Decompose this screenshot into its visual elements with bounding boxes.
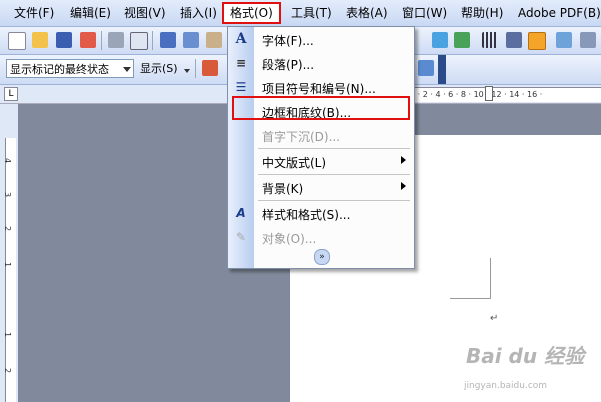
- research-icon[interactable]: [183, 32, 199, 48]
- bullets-icon: ☰: [235, 80, 247, 94]
- markup-display-value: 显示标记的最终状态: [10, 63, 109, 76]
- markup-display-combo[interactable]: 显示标记的最终状态: [6, 59, 134, 78]
- menu-item-label: 对象(O)...: [262, 232, 317, 246]
- watermark-logo: Bai du 经验: [466, 344, 585, 368]
- save-icon[interactable]: [56, 32, 72, 48]
- menu-bar: 文件(F) 编辑(E) 视图(V) 插入(I) 格式(O) 工具(T) 表格(A…: [0, 0, 601, 27]
- print-preview-icon[interactable]: [130, 32, 148, 50]
- vertical-ruler-track: [5, 138, 16, 402]
- menu-item-label: 背景(K): [262, 182, 304, 196]
- document-map-icon[interactable]: [528, 32, 546, 50]
- insert-table-icon[interactable]: [432, 32, 448, 48]
- insert-excel-icon[interactable]: [454, 32, 470, 48]
- menu-window[interactable]: 窗口(W): [402, 5, 447, 21]
- zoom-icon[interactable]: [580, 32, 596, 48]
- menu-item-chinese-layout[interactable]: 中文版式(L): [228, 149, 414, 173]
- menu-insert[interactable]: 插入(I): [180, 5, 217, 21]
- margin-corner-mark: [490, 258, 491, 298]
- reviewing-pane-icon[interactable]: [418, 60, 434, 76]
- format-menu: A 字体(F)... ≡ 段落(P)... ☰ 项目符号和编号(N)... 边框…: [227, 26, 415, 269]
- permission-icon[interactable]: [80, 32, 96, 48]
- chevron-down-icon: [184, 69, 190, 73]
- menu-view[interactable]: 视图(V): [124, 5, 166, 21]
- font-a-icon: A: [235, 31, 247, 47]
- menu-format[interactable]: 格式(O): [222, 2, 281, 24]
- menu-help[interactable]: 帮助(H): [461, 5, 503, 21]
- paragraph-mark-icon: ↵: [490, 313, 499, 324]
- ruler-number: 4: [3, 157, 13, 164]
- object-icon: ✎: [235, 230, 247, 244]
- ruler-numbers: 2 · 2 · 4 · 6 · 8 · 10 · 12 · 14 · 16 ·: [410, 90, 543, 99]
- submenu-arrow-icon: [401, 182, 406, 190]
- open-folder-icon[interactable]: [32, 32, 48, 48]
- menu-item-label: 样式和格式(S)...: [262, 208, 351, 222]
- styles-icon: A: [236, 206, 246, 220]
- menu-adobe-pdf[interactable]: Adobe PDF(B): [518, 5, 601, 21]
- menu-item-label: 项目符号和编号(N)...: [262, 82, 376, 96]
- watermark: Bai du 经验 jingyan.baidu.com: [462, 340, 597, 398]
- ruler-number: 2: [3, 367, 13, 374]
- drawing-icon[interactable]: [506, 32, 522, 48]
- menu-item-label: 段落(P)...: [262, 58, 315, 72]
- new-document-icon[interactable]: [8, 32, 26, 50]
- tab-selector[interactable]: L: [4, 87, 18, 101]
- menu-item-background[interactable]: 背景(K): [228, 175, 414, 199]
- menu-item-label: 中文版式(L): [262, 156, 327, 170]
- ruler-number: 1: [3, 331, 13, 338]
- horizontal-ruler[interactable]: 2 · 2 · 4 · 6 · 8 · 10 · 12 · 14 · 16 ·: [410, 87, 601, 102]
- toolbar-options-icon[interactable]: [438, 55, 446, 84]
- menu-item-label: 首字下沉(D)...: [262, 130, 341, 144]
- toolbar-separator: [152, 31, 153, 50]
- paragraph-icon: ≡: [235, 56, 247, 70]
- expand-menu-icon[interactable]: »: [314, 249, 330, 265]
- menu-item-label: 字体(F)...: [262, 34, 314, 48]
- menu-item-paragraph[interactable]: ≡ 段落(P)...: [228, 51, 414, 75]
- cut-icon[interactable]: [206, 32, 222, 48]
- ruler-number: 1: [3, 261, 13, 268]
- watermark-url: jingyan.baidu.com: [464, 381, 548, 391]
- menu-item-object: ✎ 对象(O)...: [228, 225, 414, 249]
- submenu-arrow-icon: [401, 156, 406, 164]
- show-hide-icon[interactable]: [556, 32, 572, 48]
- previous-change-icon[interactable]: [202, 60, 218, 76]
- toolbar-separator: [195, 59, 196, 78]
- menu-edit[interactable]: 编辑(E): [70, 5, 111, 21]
- columns-icon[interactable]: [482, 32, 498, 48]
- menu-item-drop-cap: 首字下沉(D)...: [228, 123, 414, 147]
- menu-item-styles-formatting[interactable]: A 样式和格式(S)...: [228, 201, 414, 225]
- margin-corner-mark: [450, 298, 491, 299]
- ruler-number: 3: [3, 191, 13, 198]
- menu-tools[interactable]: 工具(T): [291, 5, 332, 21]
- spelling-icon[interactable]: [160, 32, 176, 48]
- print-icon[interactable]: [108, 32, 124, 48]
- highlight-box: [232, 96, 410, 120]
- indent-marker-icon[interactable]: [485, 86, 493, 101]
- menu-item-font[interactable]: A 字体(F)...: [228, 27, 414, 51]
- vertical-ruler[interactable]: 4 3 2 1 1 2: [0, 104, 18, 402]
- menu-file[interactable]: 文件(F): [14, 5, 54, 21]
- toolbar-separator: [101, 31, 102, 50]
- show-button[interactable]: 显示(S): [140, 61, 178, 77]
- menu-table[interactable]: 表格(A): [346, 5, 388, 21]
- ruler-number: 2: [3, 225, 13, 232]
- chevron-down-icon: [123, 67, 131, 72]
